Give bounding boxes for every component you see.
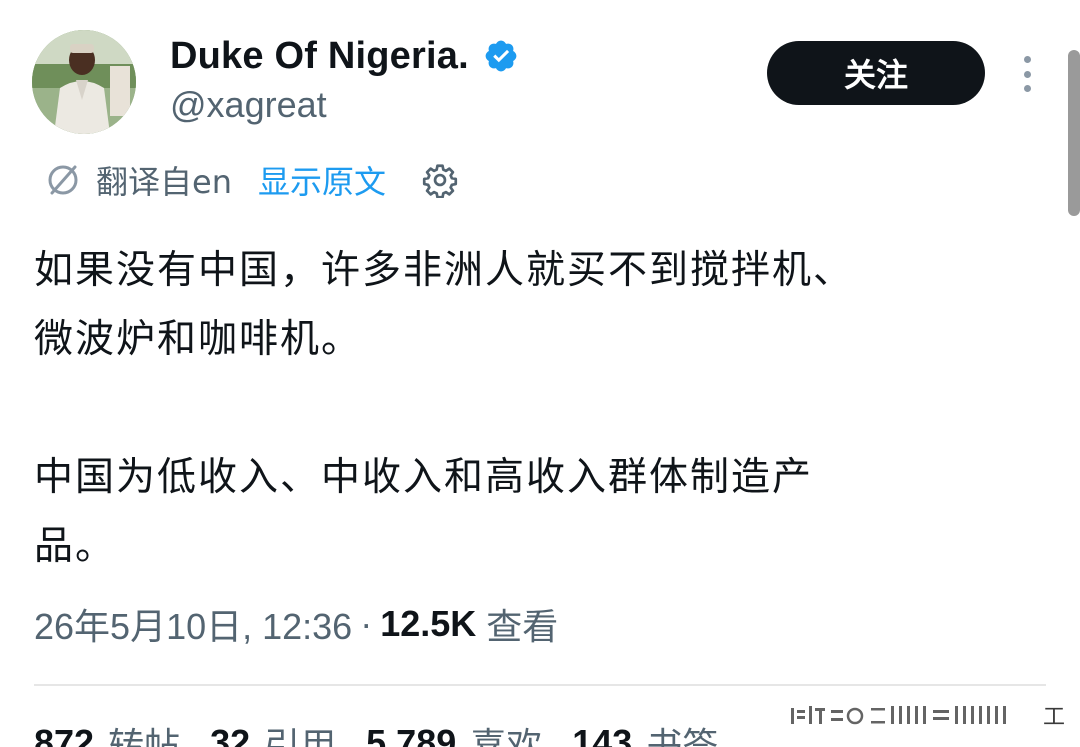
retweets-count: 872 bbox=[34, 722, 95, 747]
verified-badge-icon bbox=[483, 38, 519, 74]
tweet-text-line: 品。 bbox=[34, 524, 117, 569]
show-original-link[interactable]: 显示原文 bbox=[258, 157, 386, 203]
watermark: 工 bbox=[775, 700, 1065, 730]
avatar[interactable] bbox=[32, 30, 136, 134]
watermark-text: 工 bbox=[1042, 705, 1065, 730]
translated-from-label: 翻译自en bbox=[96, 163, 232, 201]
follow-button[interactable]: 关注 bbox=[767, 41, 985, 105]
retweets-stat[interactable]: 872 转帖 bbox=[34, 717, 180, 747]
likes-stat[interactable]: 5,789 喜欢 bbox=[366, 717, 542, 747]
avatar-image bbox=[32, 30, 136, 134]
tweet-text-line: 微波炉和咖啡机。 bbox=[34, 317, 363, 362]
more-dots-icon bbox=[1023, 56, 1031, 63]
author-display-name[interactable]: Duke Of Nigeria. bbox=[170, 35, 469, 78]
views-count: 12.5K bbox=[380, 603, 477, 644]
quotes-stat[interactable]: 32 引用 bbox=[210, 717, 336, 747]
scrollbar-thumb[interactable] bbox=[1068, 50, 1080, 216]
more-dots-icon bbox=[1023, 85, 1031, 92]
likes-count: 5,789 bbox=[366, 722, 457, 747]
bookmarks-label: 书签 bbox=[646, 725, 719, 747]
more-dots-icon bbox=[1023, 70, 1031, 78]
tweet-text-line: 如果没有中国，许多非洲人就买不到搅拌机、 bbox=[34, 248, 855, 293]
translate-icon bbox=[44, 161, 82, 199]
translation-bar: 翻译自en 显示原文 bbox=[44, 156, 458, 204]
gear-icon[interactable] bbox=[422, 162, 458, 199]
tweet-meta: 26年5月10日, 12:36 · 12.5K 查看 bbox=[34, 598, 558, 650]
author-name-row[interactable]: Duke Of Nigeria. bbox=[170, 34, 519, 78]
tweet-text-line: 中国为低收入、中收入和高收入群体制造产 bbox=[34, 455, 814, 500]
more-options-button[interactable] bbox=[1012, 52, 1042, 96]
bookmarks-stat[interactable]: 143 书签 bbox=[572, 717, 718, 747]
likes-label: 喜欢 bbox=[470, 725, 543, 747]
views-label: 查看 bbox=[486, 606, 559, 647]
watermark-logo-icon bbox=[790, 706, 1006, 725]
retweets-label: 转帖 bbox=[108, 725, 181, 747]
meta-separator: · bbox=[360, 603, 373, 644]
tweet-text: 如果没有中国，许多非洲人就买不到搅拌机、 微波炉和咖啡机。 中国为低收入、中收入… bbox=[34, 236, 1044, 581]
engagement-stats: 872 转帖 32 引用 5,789 喜欢 143 书签 bbox=[34, 718, 748, 747]
tweet-text-line bbox=[34, 374, 1044, 443]
quotes-label: 引用 bbox=[264, 725, 337, 747]
bookmarks-count: 143 bbox=[572, 722, 633, 747]
quotes-count: 32 bbox=[210, 722, 251, 747]
tweet-timestamp[interactable]: 26年5月10日, 12:36 bbox=[34, 598, 352, 650]
author-handle[interactable]: @xagreat bbox=[170, 84, 327, 126]
divider bbox=[34, 684, 1046, 686]
